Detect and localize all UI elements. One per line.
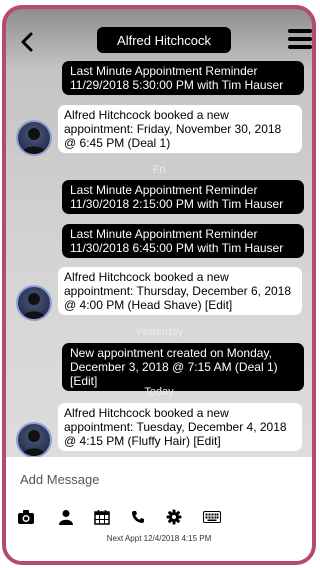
message-input[interactable] [20, 467, 300, 491]
sent-message: Last Minute Appointment Reminder 11/30/2… [62, 180, 304, 214]
sent-message: Last Minute Appointment Reminder 11/29/2… [62, 61, 304, 95]
gear-icon[interactable] [164, 507, 184, 527]
contact-title[interactable]: Alfred Hitchcock [97, 27, 231, 53]
back-button[interactable] [14, 27, 40, 57]
calendar-icon[interactable] [92, 507, 112, 527]
avatar [16, 120, 52, 156]
phone-screen: Alfred Hitchcock Last Minute Appointment… [2, 5, 316, 565]
received-message: Alfred Hitchcock booked a new appointmen… [58, 105, 302, 153]
day-separator: Fri [152, 164, 166, 176]
received-message: Alfred Hitchcock booked a new appointmen… [58, 267, 302, 315]
keyboard-icon[interactable] [202, 507, 222, 527]
app-frame: Alfred Hitchcock Last Minute Appointment… [0, 0, 318, 568]
sent-message: Last Minute Appointment Reminder 11/30/2… [62, 224, 304, 258]
hamburger-menu-icon[interactable] [288, 29, 312, 49]
composer-toolbar [6, 507, 312, 527]
camera-icon[interactable] [16, 507, 36, 527]
sent-message: New appointment created on Monday, Decem… [62, 343, 304, 391]
phone-icon[interactable] [128, 507, 148, 527]
day-separator: Today [144, 386, 174, 398]
composer: Next Appt 12/4/2018 4:15 PM [6, 457, 312, 561]
next-appointment-label: Next Appt 12/4/2018 4:15 PM [106, 534, 212, 543]
person-icon[interactable] [56, 507, 76, 527]
avatar [16, 285, 52, 321]
day-separator: Yesterday [134, 326, 184, 338]
avatar [16, 422, 52, 458]
message-list[interactable]: Last Minute Appointment Reminder 11/29/2… [6, 55, 312, 461]
received-message: Alfred Hitchcock booked a new appointmen… [58, 403, 302, 451]
chevron-left-icon [21, 32, 33, 52]
